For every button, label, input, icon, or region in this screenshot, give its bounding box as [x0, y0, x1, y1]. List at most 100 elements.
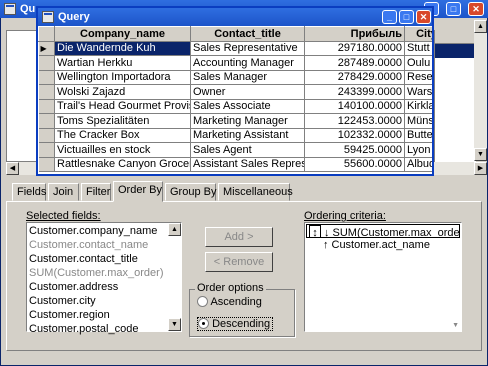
- list-item[interactable]: Customer.postal_code: [27, 322, 167, 336]
- row-header-corner: [38, 26, 55, 42]
- row-selector[interactable]: [38, 70, 55, 85]
- table-row[interactable]: Trail's Head Gourmet ProvisionersSales A…: [38, 99, 432, 114]
- table-cell[interactable]: Marketing Manager: [190, 113, 305, 129]
- tab-filter[interactable]: Filter: [81, 183, 111, 201]
- ordering-criteria-list[interactable]: ↕ ↓ SUM(Customer.max_order) ↑ Customer.act_n…: [304, 222, 462, 332]
- tab-join[interactable]: Join: [48, 183, 79, 201]
- table-cell[interactable]: Stutt: [404, 41, 432, 56]
- fields-scroll-down[interactable]: ▼: [168, 318, 181, 331]
- row-selector[interactable]: [38, 55, 55, 71]
- row-selector[interactable]: [38, 99, 55, 114]
- query-maximize-button[interactable]: □: [399, 10, 414, 24]
- table-cell[interactable]: Owner: [190, 84, 305, 100]
- table-row[interactable]: Wolski Zajazd Owner 243399.0000 Wars: [38, 84, 432, 100]
- table-cell[interactable]: Butte: [404, 128, 432, 143]
- table-cell[interactable]: Accounting Manager: [190, 55, 305, 71]
- table-cell[interactable]: Sales Agent: [190, 142, 305, 158]
- back-close-button[interactable]: ✕: [468, 2, 484, 16]
- row-selector[interactable]: [38, 157, 55, 172]
- table-row[interactable]: Wellington Importadora Sales Manager 27842…: [38, 70, 432, 85]
- table-row[interactable]: Wartian Herkku Accounting Manager 287489.0…: [38, 55, 432, 71]
- query-minimize-button[interactable]: _: [382, 10, 397, 24]
- column-header[interactable]: Прибыль: [304, 26, 405, 42]
- table-cell[interactable]: Kirkla: [404, 99, 432, 114]
- row-selector[interactable]: [38, 113, 55, 129]
- table-cell[interactable]: Die Wandernde Kuh: [54, 41, 191, 56]
- add-button[interactable]: Add >: [205, 227, 273, 247]
- row-selector[interactable]: ▶: [38, 41, 55, 56]
- table-cell[interactable]: 55600.0000: [304, 157, 405, 172]
- table-cell[interactable]: Lyon: [404, 142, 432, 158]
- table-cell[interactable]: Sales Associate: [190, 99, 305, 114]
- list-item[interactable]: Customer.contact_title: [27, 252, 167, 266]
- ordering-item-label: SUM(Customer.max_order): [332, 227, 460, 238]
- ordering-item[interactable]: ↕ ↓ SUM(Customer.max_order): [306, 224, 460, 238]
- row-selector[interactable]: [38, 128, 55, 143]
- table-row[interactable]: ▶ Die Wandernde Kuh Sales Representative 29…: [38, 41, 432, 56]
- list-item[interactable]: Customer.contact_name: [27, 238, 167, 252]
- table-cell[interactable]: Marketing Assistant: [190, 128, 305, 143]
- back-vscroll-track[interactable]: [474, 33, 487, 148]
- tab-fields[interactable]: Fields: [12, 183, 46, 201]
- table-cell[interactable]: Rattlesnake Canyon Grocery: [54, 157, 191, 172]
- ordering-item[interactable]: ↑ Customer.act_name: [306, 238, 460, 252]
- tab-miscellaneous[interactable]: Miscellaneous: [218, 183, 293, 201]
- table-row[interactable]: Rattlesnake Canyon Grocery Assistant Sale…: [38, 157, 432, 172]
- tab-order-by[interactable]: Order By: [113, 181, 163, 202]
- table-cell[interactable]: Wartian Herkku: [54, 55, 191, 71]
- table-cell[interactable]: 287489.0000: [304, 55, 405, 71]
- back-scroll-left[interactable]: ◀: [6, 162, 19, 175]
- back-window-title: Qu: [20, 3, 36, 15]
- ordering-scroll-down[interactable]: ▼: [452, 322, 459, 329]
- table-cell[interactable]: Trail's Head Gourmet Provisioners: [54, 99, 191, 114]
- table-cell[interactable]: 140100.0000: [304, 99, 405, 114]
- tab-group-by[interactable]: Group By: [165, 183, 216, 201]
- table-cell[interactable]: Wellington Importadora: [54, 70, 191, 85]
- table-cell[interactable]: Müns: [404, 113, 432, 129]
- table-cell[interactable]: 243399.0000: [304, 84, 405, 100]
- table-row[interactable]: Victuailles en stock Sales Agent 59425.000…: [38, 142, 432, 158]
- table-cell[interactable]: 297180.0000: [304, 41, 405, 56]
- table-cell[interactable]: Albuq: [404, 157, 432, 172]
- ascending-radio[interactable]: Ascending: [197, 296, 262, 308]
- back-scroll-down[interactable]: ▼: [474, 148, 487, 161]
- table-row[interactable]: The Cracker Box Marketing Assistant 102332…: [38, 128, 432, 143]
- list-item[interactable]: Customer.city: [27, 294, 167, 308]
- back-scroll-right[interactable]: ▶: [474, 162, 487, 175]
- list-item[interactable]: Customer.region: [27, 308, 167, 322]
- row-selector[interactable]: [38, 84, 55, 100]
- table-cell[interactable]: Sales Representative: [190, 41, 305, 56]
- column-header[interactable]: Company_name: [54, 26, 191, 42]
- table-cell[interactable]: Wolski Zajazd: [54, 84, 191, 100]
- table-cell[interactable]: 122453.0000: [304, 113, 405, 129]
- table-cell[interactable]: Sales Manager: [190, 70, 305, 85]
- selected-fields-list[interactable]: Customer.company_name Customer.contact_na…: [26, 222, 182, 335]
- back-maximize-button[interactable]: □: [446, 2, 461, 16]
- remove-button[interactable]: < Remove: [205, 252, 273, 272]
- table-cell[interactable]: Victuailles en stock: [54, 142, 191, 158]
- table-cell[interactable]: 278429.0000: [304, 70, 405, 85]
- column-header[interactable]: Contact_title: [190, 26, 305, 42]
- back-scroll-up[interactable]: ▲: [474, 20, 487, 33]
- column-header[interactable]: City: [404, 26, 432, 42]
- descending-radio[interactable]: Descending: [197, 317, 274, 331]
- table-cell[interactable]: Oulu: [404, 55, 432, 71]
- row-selector[interactable]: [38, 142, 55, 158]
- table-cell[interactable]: Rese: [404, 70, 432, 85]
- table-cell[interactable]: 59425.0000: [304, 142, 405, 158]
- table-cell[interactable]: Toms Spezialitäten: [54, 113, 191, 129]
- selected-fields-label: Selected fields:: [26, 210, 101, 222]
- query-close-button[interactable]: ✕: [416, 10, 431, 24]
- table-row[interactable]: Toms Spezialitäten Marketing Manager 12245…: [38, 113, 432, 129]
- table-cell[interactable]: Assistant Sales Repres.: [190, 157, 305, 172]
- table-cell[interactable]: The Cracker Box: [54, 128, 191, 143]
- table-cell[interactable]: 102332.0000: [304, 128, 405, 143]
- table-cell[interactable]: Wars: [404, 84, 432, 100]
- list-item[interactable]: SUM(Customer.max_order): [27, 266, 167, 280]
- sort-toggle-button[interactable]: ↕: [309, 225, 321, 237]
- list-item[interactable]: Customer.address: [27, 280, 167, 294]
- list-item[interactable]: Customer.company_name: [27, 224, 167, 238]
- fields-scroll-up[interactable]: ▲: [168, 223, 181, 236]
- ascending-radio-circle[interactable]: [197, 296, 208, 307]
- descending-radio-circle[interactable]: [198, 318, 209, 329]
